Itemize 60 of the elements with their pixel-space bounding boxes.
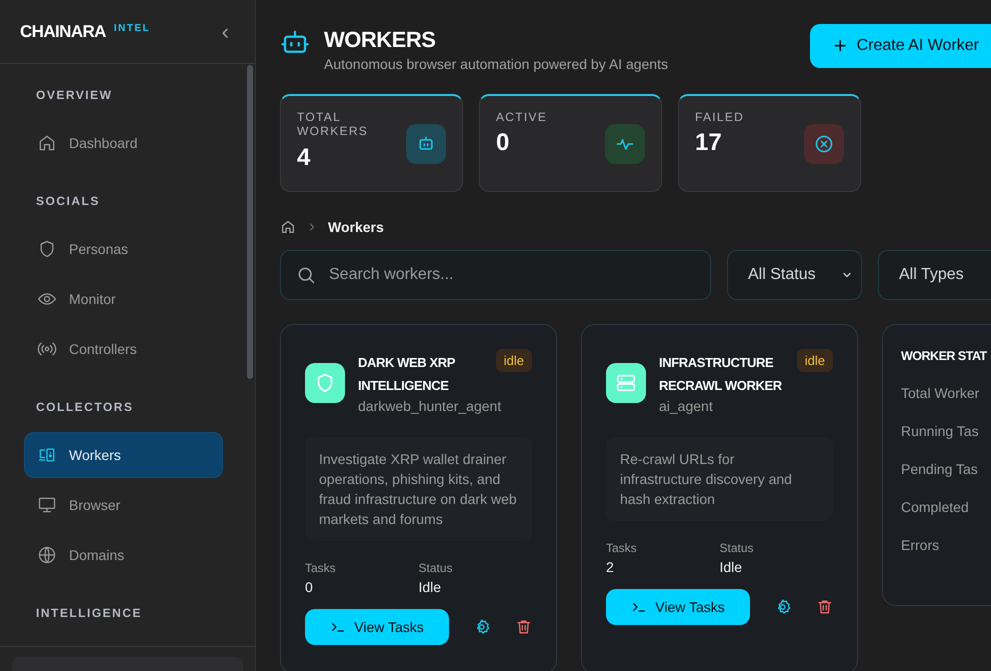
filter-dropdown[interactable]: All Status bbox=[727, 250, 862, 300]
meta-value: 2 bbox=[606, 559, 615, 575]
nav-item[interactable]: Dashboard bbox=[24, 120, 223, 166]
worker-agent: darkweb_hunter_agent bbox=[358, 397, 502, 415]
section-heading: SOCIALS bbox=[35, 193, 101, 210]
home-icon[interactable] bbox=[280, 219, 296, 235]
nav-item[interactable]: Domains bbox=[24, 532, 223, 578]
stat-value: 4 bbox=[297, 142, 312, 173]
delete-icon[interactable] bbox=[816, 598, 834, 616]
globe-icon bbox=[37, 545, 57, 565]
meta-label: Status bbox=[418, 561, 454, 575]
brand-logo: CHAINARA bbox=[20, 20, 106, 42]
stat-value: 0 bbox=[496, 128, 510, 158]
stat-row-label: Pending Tas bbox=[901, 461, 979, 477]
search-field[interactable]: Search workers... bbox=[280, 250, 711, 300]
create-worker-button[interactable]: + Create AI Worker bbox=[810, 24, 991, 68]
stat-value: 17 bbox=[695, 128, 723, 158]
status-badge: idle bbox=[496, 349, 532, 372]
card-title: WORKER STAT bbox=[901, 349, 988, 363]
worker-description: Re-crawl URLs for infrastructure discovery and hash extraction bbox=[606, 437, 833, 521]
meta-label: Tasks bbox=[305, 561, 337, 575]
stat-label: ACTIVE bbox=[496, 110, 548, 124]
stat-row-label: Running Tas bbox=[901, 423, 980, 439]
stat-row-label: Completed bbox=[901, 499, 970, 515]
home-icon bbox=[37, 133, 57, 153]
page-title: WORKERS bbox=[324, 26, 436, 54]
page-subtitle: Autonomous browser automation powered by AI agents bbox=[324, 56, 668, 72]
nav-item[interactable]: Workers bbox=[24, 432, 223, 478]
section-heading: COLLECTORS bbox=[35, 399, 134, 416]
stat-row-label: Errors bbox=[901, 537, 940, 553]
view-tasks-button[interactable]: View Tasks bbox=[305, 609, 450, 645]
nav-item[interactable]: Monitor bbox=[24, 276, 223, 322]
section-heading: INTELLIGENCE bbox=[35, 605, 144, 622]
meta-label: Tasks bbox=[606, 541, 638, 555]
stat-label: TOTAL WORKERS bbox=[297, 110, 370, 139]
status-badge: idle bbox=[796, 349, 833, 372]
filter-dropdown[interactable]: All Types bbox=[878, 250, 991, 300]
nav-item[interactable]: Browser bbox=[24, 482, 223, 528]
meta-value: 0 bbox=[305, 579, 314, 595]
meta-label: Status bbox=[720, 541, 755, 555]
delete-icon[interactable] bbox=[514, 618, 532, 636]
brand-tag: INTEL bbox=[114, 23, 150, 34]
nav-item[interactable]: Controllers bbox=[24, 326, 223, 372]
server-icon bbox=[615, 372, 637, 394]
breadcrumb-current: Workers bbox=[328, 219, 384, 235]
monitor-icon bbox=[37, 495, 57, 515]
stat-row-label: Total Worker bbox=[901, 385, 980, 401]
section-heading: OVERVIEW bbox=[35, 87, 114, 104]
worker-title: DARK WEB XRP INTELLIGENCE bbox=[358, 354, 456, 395]
scrollbar[interactable] bbox=[247, 65, 253, 379]
nav-item[interactable]: Personas bbox=[24, 226, 223, 272]
worker-description: Investigate XRP wallet drainer operations, phishing kits, and fraud infrastructure on dark web markets and forums bbox=[305, 437, 532, 541]
meta-value: Idle bbox=[720, 559, 744, 575]
view-tasks-button[interactable]: View Tasks bbox=[606, 589, 750, 625]
stat-label: FAILED bbox=[695, 110, 746, 124]
worker-agent: ai_agent bbox=[659, 397, 713, 415]
meta-value: Idle bbox=[418, 579, 442, 595]
worker-title: INFRASTRUCTURE RECRAWL WORKER bbox=[659, 354, 783, 395]
x-circle-icon bbox=[814, 134, 834, 154]
collapse-button[interactable]: ‹ bbox=[218, 20, 233, 42]
